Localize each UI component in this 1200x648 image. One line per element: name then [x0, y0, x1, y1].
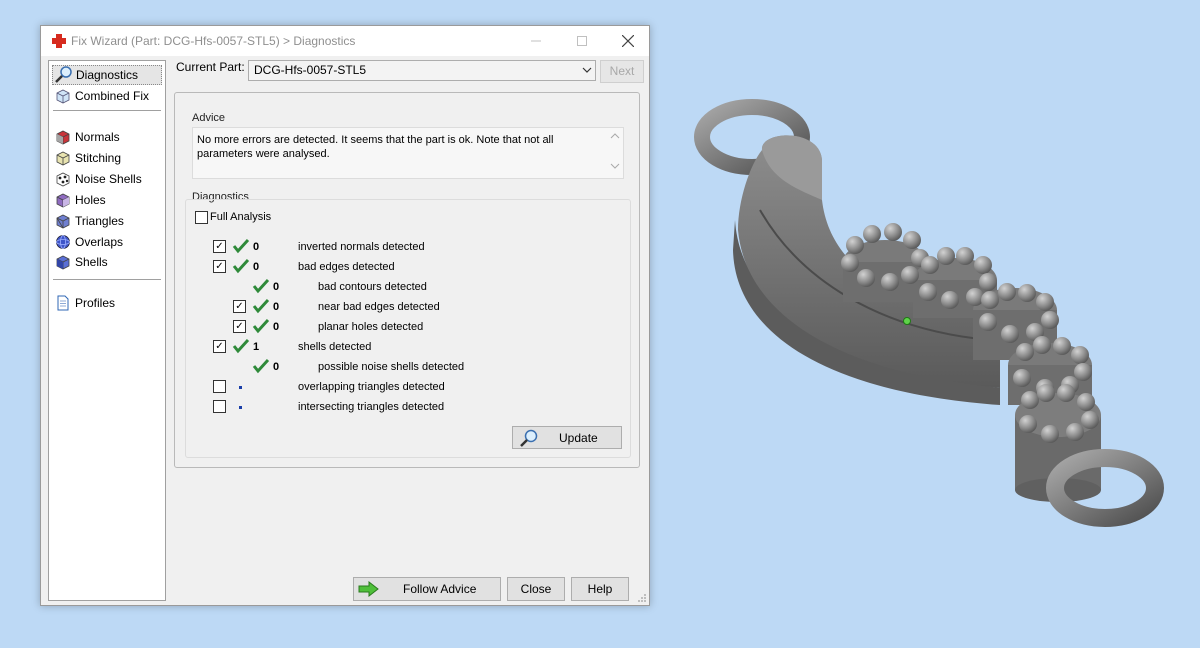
advice-box: No more errors are detected. It seems th… — [192, 127, 624, 179]
follow-advice-button[interactable]: Follow Advice — [353, 577, 501, 601]
noise-shells-count: 0 — [273, 361, 280, 373]
maximize-icon — [577, 36, 587, 46]
inverted-normals-checkbox[interactable]: ✓ — [213, 240, 226, 253]
close-window-button[interactable] — [605, 26, 651, 56]
sidebar: Diagnostics Combined Fix Normals Stitchi… — [48, 60, 166, 601]
intersecting-triangles-label: intersecting triangles detected — [298, 401, 445, 413]
normals-cube-icon — [54, 128, 72, 146]
title-bar[interactable]: Fix Wizard (Part: DCG-Hfs-0057-STL5) > D… — [41, 26, 649, 56]
planar-holes-label: planar holes detected — [318, 321, 424, 333]
sidebar-item-label: Overlaps — [75, 235, 124, 249]
planar-holes-count: 0 — [273, 321, 280, 333]
planar-holes-checkbox[interactable]: ✓ — [233, 320, 246, 333]
sidebar-item-label: Profiles — [75, 296, 116, 310]
stitching-cube-icon — [54, 149, 72, 167]
sidebar-item-label: Combined Fix — [75, 89, 150, 103]
holes-cube-icon — [54, 191, 72, 209]
close-button[interactable]: Close — [507, 577, 565, 601]
current-part-label: Current Part: — [176, 60, 245, 74]
green-arrow-icon — [358, 580, 380, 604]
fix-wizard-window: Fix Wizard (Part: DCG-Hfs-0057-STL5) > D… — [40, 25, 650, 606]
bad-contours-label: bad contours detected — [318, 281, 427, 293]
full-analysis-checkbox[interactable] — [195, 211, 208, 224]
shells-checkbox[interactable]: ✓ — [213, 340, 226, 353]
sidebar-item-holes[interactable]: Holes — [52, 190, 106, 210]
magnifier-icon — [55, 66, 73, 84]
shells-cube-icon — [54, 253, 72, 271]
check-icon — [252, 278, 270, 294]
maximize-button[interactable] — [559, 26, 605, 56]
help-button[interactable]: Help — [571, 577, 629, 601]
sidebar-item-diagnostics[interactable]: Diagnostics — [52, 65, 162, 85]
check-icon — [232, 338, 250, 354]
bad-edges-checkbox[interactable]: ✓ — [213, 260, 226, 273]
sidebar-item-label: Normals — [75, 130, 120, 144]
near-bad-edges-label: near bad edges detected — [318, 301, 440, 313]
inverted-normals-label: inverted normals detected — [298, 241, 425, 253]
overlapping-triangles-checkbox[interactable] — [213, 380, 226, 393]
update-button[interactable]: Update — [512, 426, 622, 449]
sidebar-item-stitching[interactable]: Stitching — [52, 148, 121, 168]
sidebar-item-label: Diagnostics — [76, 68, 139, 82]
noise-shells-label: possible noise shells detected — [318, 361, 465, 373]
sidebar-item-combined-fix[interactable]: Combined Fix — [52, 86, 149, 106]
near-bad-edges-count: 0 — [273, 301, 280, 313]
sidebar-item-shells[interactable]: Shells — [52, 252, 108, 272]
cube-icon — [54, 87, 72, 105]
scroll-up-icon[interactable] — [610, 132, 620, 142]
sidebar-divider — [53, 110, 161, 111]
sidebar-item-label: Stitching — [75, 151, 122, 165]
sidebar-divider — [53, 279, 161, 280]
shells-label: shells detected — [298, 341, 372, 353]
not-analysed-dot — [239, 406, 242, 409]
current-part-select[interactable]: DCG-Hfs-0057-STL5 — [248, 60, 596, 81]
magnifier-icon — [519, 429, 539, 450]
sidebar-item-triangles[interactable]: Triangles — [52, 211, 124, 231]
intersecting-triangles-checkbox[interactable] — [213, 400, 226, 413]
chevron-down-icon — [582, 61, 592, 87]
resize-grip-icon[interactable] — [637, 593, 647, 603]
sidebar-item-label: Noise Shells — [75, 172, 142, 186]
full-analysis-label: Full Analysis — [210, 211, 272, 223]
sidebar-item-label: Triangles — [75, 214, 124, 228]
overlapping-triangles-label: overlapping triangles detected — [298, 381, 445, 393]
minimize-button[interactable] — [513, 26, 559, 56]
main-panel: Advice No more errors are detected. It s… — [174, 92, 640, 468]
check-icon — [252, 358, 270, 374]
red-cross-icon — [52, 34, 66, 48]
overlaps-sphere-icon — [54, 233, 72, 251]
document-icon — [54, 294, 72, 312]
check-icon — [232, 258, 250, 274]
check-icon — [252, 298, 270, 314]
scroll-down-icon[interactable] — [610, 162, 620, 172]
near-bad-edges-checkbox[interactable]: ✓ — [233, 300, 246, 313]
window-title: Fix Wizard (Part: DCG-Hfs-0057-STL5) > D… — [71, 34, 356, 48]
sidebar-item-overlaps[interactable]: Overlaps — [52, 232, 123, 252]
selection-marker — [903, 317, 911, 325]
check-icon — [232, 238, 250, 254]
sidebar-item-label: Shells — [75, 255, 108, 269]
follow-advice-label: Follow Advice — [403, 582, 477, 596]
minimize-icon — [531, 40, 541, 42]
sidebar-item-normals[interactable]: Normals — [52, 127, 120, 147]
sidebar-item-profiles[interactable]: Profiles — [52, 293, 115, 313]
sidebar-item-noise-shells[interactable]: Noise Shells — [52, 169, 142, 189]
triangles-cube-icon — [54, 212, 72, 230]
check-icon — [252, 318, 270, 334]
next-button[interactable]: Next — [600, 60, 644, 83]
current-part-value: DCG-Hfs-0057-STL5 — [254, 63, 367, 77]
bad-edges-label: bad edges detected — [298, 261, 395, 273]
close-icon — [622, 35, 634, 47]
advice-text: No more errors are detected. It seems th… — [197, 134, 554, 160]
bad-contours-count: 0 — [273, 281, 280, 293]
shells-count: 1 — [253, 341, 260, 353]
advice-title: Advice — [192, 112, 226, 124]
not-analysed-dot — [239, 386, 242, 389]
bad-edges-count: 0 — [253, 261, 260, 273]
advice-scrollbar[interactable] — [610, 132, 620, 176]
noise-shells-icon — [54, 170, 72, 188]
inverted-normals-count: 0 — [253, 241, 260, 253]
sidebar-item-label: Holes — [75, 193, 106, 207]
update-label: Update — [559, 431, 598, 445]
